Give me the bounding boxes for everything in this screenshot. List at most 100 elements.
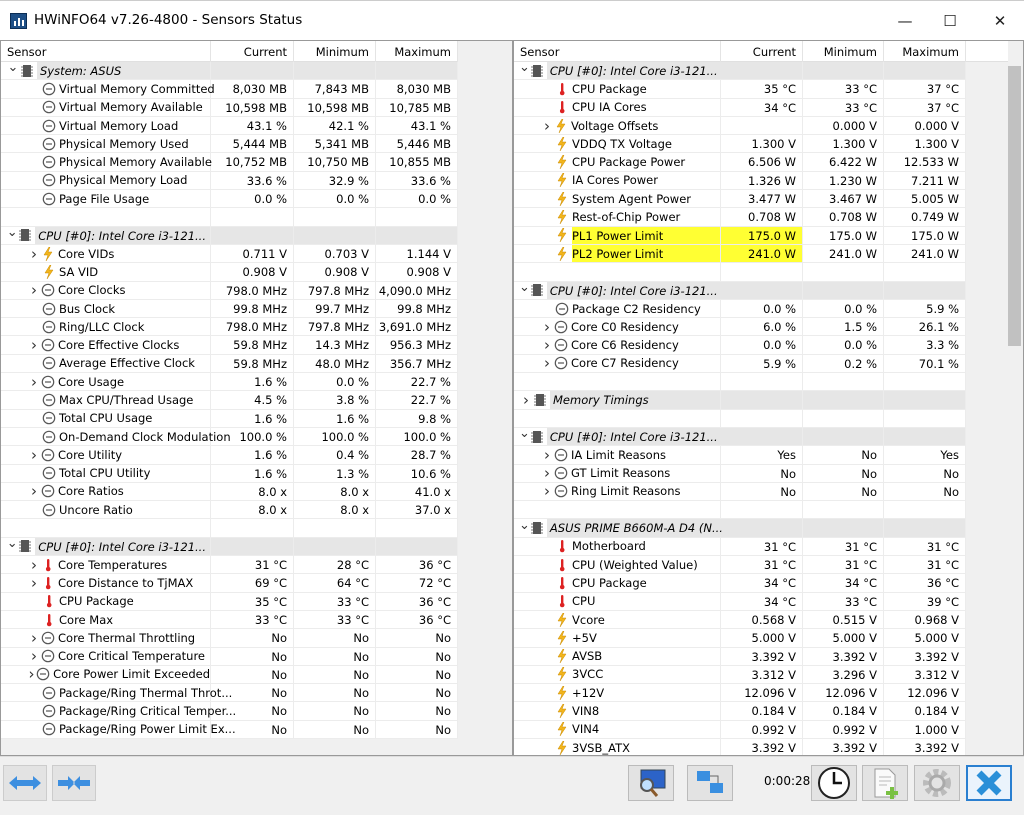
vertical-scrollbar[interactable] (1006, 62, 1023, 755)
logging-button[interactable] (862, 765, 908, 801)
sensor-row[interactable]: CPU (Weighted Value) 31 °C 31 °C 31 °C (514, 556, 966, 575)
chevron-right-icon[interactable]: › (27, 373, 41, 391)
sensor-row[interactable]: Physical Memory Used 5,444 MB 5,341 MB 5,44… (1, 135, 458, 154)
chevron-right-icon[interactable]: › (27, 336, 41, 354)
header-minimum[interactable]: Minimum (803, 41, 884, 62)
chevron-right-icon[interactable]: › (540, 354, 554, 372)
sensor-row[interactable]: System Agent Power 3.477 W 3.467 W 5.005 W (514, 190, 966, 209)
sensor-row[interactable]: › GT Limit Reasons No No No (514, 464, 966, 483)
sensor-row[interactable]: VDDQ TX Voltage 1.300 V 1.300 V 1.300 V (514, 135, 966, 154)
reset-timer-button[interactable] (811, 765, 857, 801)
header-maximum[interactable]: Maximum (884, 41, 966, 62)
sensor-row[interactable]: VIN8 0.184 V 0.184 V 0.184 V (514, 702, 966, 721)
sensor-row[interactable]: Page File Usage 0.0 % 0.0 % 0.0 % (1, 190, 458, 209)
sensor-row[interactable]: Package/Ring Critical Temper... No No No (1, 702, 458, 721)
header-current[interactable]: Current (211, 41, 294, 62)
sensor-row[interactable]: › Ring Limit Reasons No No No (514, 482, 966, 502)
sensor-row[interactable]: Average Effective Clock 59.8 MHz 48.0 MHz 3… (1, 354, 458, 374)
sensor-row[interactable]: › Core C6 Residency 0.0 % 0.0 % 3.3 % (514, 336, 966, 355)
sensor-row[interactable]: Package/Ring Power Limit Ex... No No No (1, 720, 458, 739)
sensor-group-row[interactable]: ⌄ System: ASUS (1, 60, 458, 81)
maximize-button[interactable]: ☐ (935, 9, 965, 33)
sensor-row[interactable]: Bus Clock 99.8 MHz 99.7 MHz 99.8 MHz (1, 299, 458, 319)
sensor-row[interactable]: On-Demand Clock Modulation 100.0 % 100.0 %… (1, 427, 458, 447)
chevron-right-icon[interactable]: › (540, 464, 554, 482)
sensor-row[interactable]: +12V 12.096 V 12.096 V 12.096 V (514, 684, 966, 703)
sensor-row[interactable]: › Core Clocks 798.0 MHz 797.8 MHz 4,090.0 MH… (1, 281, 458, 300)
chevron-down-icon[interactable]: ⌄ (519, 518, 530, 533)
sensor-row[interactable]: › Core Critical Temperature No No No (1, 647, 458, 666)
chevron-right-icon[interactable]: › (27, 446, 41, 464)
sensor-row[interactable]: CPU Package 35 °C 33 °C 36 °C (1, 592, 458, 611)
chevron-right-icon[interactable]: › (540, 336, 554, 354)
sensor-row[interactable]: Ring/LLC Clock 798.0 MHz 797.8 MHz 3,691.0 … (1, 318, 458, 337)
header-sensor[interactable]: Sensor (1, 41, 211, 62)
sensor-row[interactable]: Physical Memory Load 33.6 % 32.9 % 33.6 % (1, 171, 458, 191)
chevron-down-icon[interactable]: ⌄ (519, 60, 530, 75)
sensor-row[interactable]: Package C2 Residency 0.0 % 0.0 % 5.9 % (514, 299, 966, 319)
sensor-row[interactable]: › Voltage Offsets 0.000 V 0.000 V (514, 117, 966, 136)
sensor-row[interactable]: › Core Effective Clocks 59.8 MHz 14.3 MHz 95… (1, 336, 458, 355)
sensor-row[interactable]: +5V 5.000 V 5.000 V 5.000 V (514, 629, 966, 648)
chevron-right-icon[interactable]: › (27, 281, 41, 299)
sensor-row[interactable]: Package/Ring Thermal Throt... No No No (1, 684, 458, 703)
header-current[interactable]: Current (721, 41, 803, 62)
sensor-group-row[interactable]: ⌄ CPU [#0]: Intel Core i3-121... (1, 225, 458, 245)
sensor-row[interactable]: › Core VIDs 0.711 V 0.703 V 1.144 V (1, 245, 458, 264)
settings-button[interactable] (914, 765, 960, 801)
chevron-right-icon[interactable]: › (27, 556, 41, 574)
sensor-row[interactable]: › IA Limit Reasons Yes No Yes (514, 446, 966, 465)
sensor-row[interactable]: Physical Memory Available 10,752 MB 10,750… (1, 153, 458, 172)
sensor-row[interactable]: Virtual Memory Committed 8,030 MB 7,843 MB… (1, 80, 458, 99)
sensor-row[interactable]: Virtual Memory Load 43.1 % 42.1 % 43.1 % (1, 116, 458, 136)
scrollbar-thumb[interactable] (1008, 66, 1021, 346)
sensor-row[interactable]: › Core Thermal Throttling No No No (1, 629, 458, 648)
sensor-row[interactable]: Total CPU Utility 1.6 % 1.3 % 10.6 % (1, 464, 458, 483)
sensor-row[interactable]: Uncore Ratio 8.0 x 8.0 x 37.0 x (1, 501, 458, 520)
chevron-down-icon[interactable]: ⌄ (6, 60, 20, 75)
sensor-row[interactable]: CPU 34 °C 33 °C 39 °C (514, 592, 966, 611)
sensor-row[interactable]: CPU Package Power 6.506 W 6.422 W 12.533 W (514, 153, 966, 172)
chevron-right-icon[interactable]: › (540, 446, 554, 464)
chevron-right-icon[interactable]: › (27, 647, 41, 665)
sensor-row[interactable]: › Core Ratios 8.0 x 8.0 x 41.0 x (1, 482, 458, 502)
minimize-button[interactable]: — (890, 9, 920, 33)
sensor-row[interactable]: Virtual Memory Available 10,598 MB 10,598 … (1, 98, 458, 117)
sensor-row[interactable]: SA VID 0.908 V 0.908 V 0.908 V (1, 263, 458, 282)
sensor-row[interactable]: › Core Temperatures 31 °C 28 °C 36 °C (1, 556, 458, 575)
sensor-group-row[interactable]: ⌄ CPU [#0]: Intel Core i3-121... (514, 426, 966, 447)
sensor-row[interactable]: › Core Utility 1.6 % 0.4 % 28.7 % (1, 446, 458, 465)
chevron-down-icon[interactable]: ⌄ (6, 225, 18, 240)
sensor-row[interactable]: CPU Package 34 °C 34 °C 36 °C (514, 574, 966, 593)
chevron-right-icon[interactable]: › (27, 245, 41, 263)
sensor-row[interactable]: Total CPU Usage 1.6 % 1.6 % 9.8 % (1, 409, 458, 428)
sensor-row[interactable]: › Core C0 Residency 6.0 % 1.5 % 26.1 % (514, 318, 966, 337)
sensor-row[interactable]: › Core C7 Residency 5.9 % 0.2 % 70.1 % (514, 354, 966, 374)
chevron-right-icon[interactable]: › (27, 482, 41, 500)
sensor-row[interactable]: VIN4 0.992 V 0.992 V 1.000 V (514, 720, 966, 739)
sensor-row[interactable]: › Core Power Limit Exceeded No No No (1, 665, 458, 685)
header-maximum[interactable]: Maximum (376, 41, 458, 62)
sensor-row[interactable]: AVSB 3.392 V 3.392 V 3.392 V (514, 647, 966, 666)
sensor-row[interactable]: CPU Package 35 °C 33 °C 37 °C (514, 80, 966, 99)
sensor-row[interactable]: Max CPU/Thread Usage 4.5 % 3.8 % 22.7 % (1, 391, 458, 410)
chevron-right-icon[interactable]: › (540, 318, 554, 336)
chevron-right-icon[interactable]: › (27, 574, 41, 592)
sensor-group-row[interactable]: ⌄ CPU [#0]: Intel Core i3-121... (514, 60, 966, 81)
sensor-row[interactable]: PL2 Power Limit 241.0 W 241.0 W 241.0 W (514, 244, 966, 264)
sensor-group-row[interactable]: ⌄ ASUS PRIME B660M-A D4 (N... (514, 518, 966, 538)
sensor-row[interactable]: › Core Usage 1.6 % 0.0 % 22.7 % (1, 373, 458, 392)
chevron-down-icon[interactable]: ⌄ (519, 280, 530, 295)
sensor-search-button[interactable] (628, 765, 674, 801)
close-button[interactable]: ✕ (985, 9, 1015, 33)
sensor-row[interactable]: CPU IA Cores 34 °C 33 °C 37 °C (514, 98, 966, 117)
chevron-right-icon[interactable]: › (540, 117, 554, 135)
header-minimum[interactable]: Minimum (294, 41, 376, 62)
sensor-group-row[interactable]: › Memory Timings (514, 391, 966, 410)
sensor-row[interactable]: PL1 Power Limit 175.0 W 175.0 W 175.0 W (514, 226, 966, 245)
chevron-right-icon[interactable]: › (540, 482, 554, 500)
chevron-right-icon[interactable]: › (519, 391, 533, 409)
header-sensor[interactable]: Sensor (514, 41, 721, 62)
sensor-group-row[interactable]: ⌄ CPU [#0]: Intel Core i3-121... (514, 280, 966, 300)
sensor-row[interactable]: Core Max 33 °C 33 °C 36 °C (1, 610, 458, 630)
